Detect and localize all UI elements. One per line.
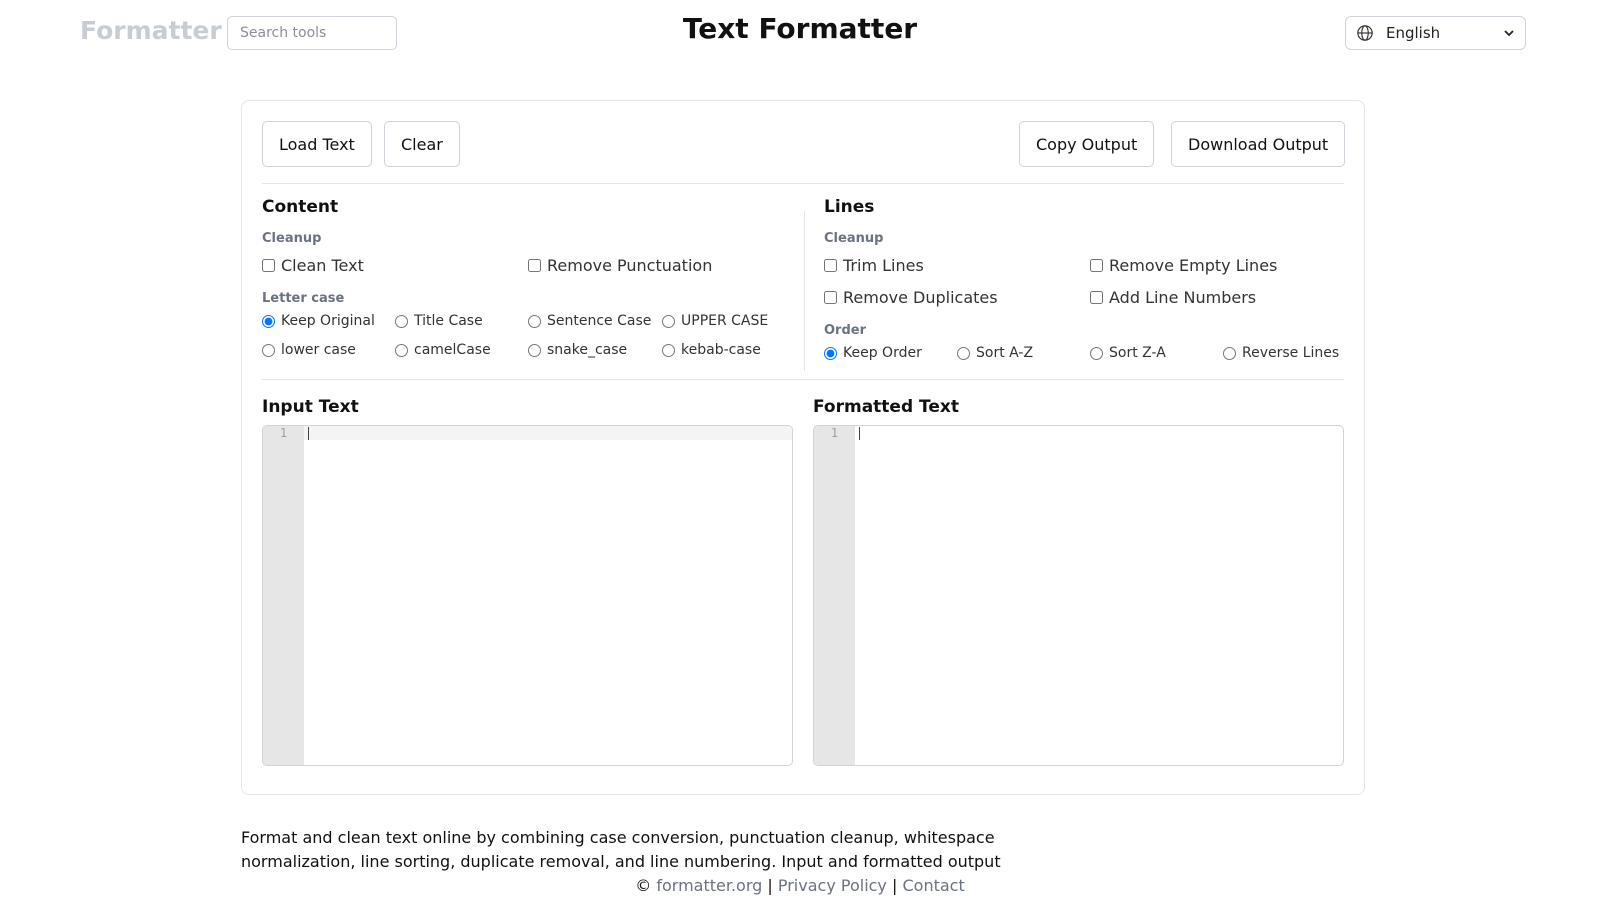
- remove-duplicates-option[interactable]: Remove Duplicates: [824, 288, 998, 307]
- input-gutter: [263, 426, 304, 765]
- footer: © formatter.org | Privacy Policy | Conta…: [0, 876, 1600, 895]
- toolbar-divider: [262, 183, 1344, 184]
- trim-lines-option[interactable]: Trim Lines: [824, 256, 924, 275]
- case-radio[interactable]: [662, 314, 675, 328]
- case-radio[interactable]: [395, 343, 408, 357]
- order-sort-a-z[interactable]: Sort A-Z: [957, 345, 1033, 361]
- case-radio[interactable]: [528, 314, 541, 328]
- content-cleanup-title: Cleanup: [262, 231, 322, 246]
- lines-section-title: Lines: [824, 197, 875, 217]
- output-textarea[interactable]: [855, 426, 1343, 765]
- case-kebab-case[interactable]: kebab-case: [662, 342, 761, 358]
- section-separator: [804, 211, 805, 371]
- remove-punctuation-option[interactable]: Remove Punctuation: [528, 256, 712, 275]
- add-line-numbers-checkbox[interactable]: [1090, 291, 1103, 304]
- chevron-down-icon: [1504, 30, 1514, 37]
- case-camel-case[interactable]: camelCase: [395, 342, 491, 358]
- formatter-card: Load Text Clear Copy Output Download Out…: [241, 100, 1365, 795]
- input-editor[interactable]: 1: [262, 425, 793, 766]
- order-title: Order: [824, 323, 866, 338]
- letter-case-title: Letter case: [262, 291, 345, 306]
- output-line-number: 1: [830, 426, 839, 440]
- case-upper-case[interactable]: UPPER CASE: [662, 313, 768, 329]
- input-line-number: 1: [279, 426, 288, 440]
- order-radio[interactable]: [1223, 346, 1236, 360]
- lines-cleanup-title: Cleanup: [824, 231, 884, 246]
- order-radio[interactable]: [824, 346, 837, 360]
- copyright-symbol: ©: [635, 876, 652, 895]
- footer-separator: |: [767, 876, 773, 895]
- case-keep-original[interactable]: Keep Original: [262, 313, 375, 329]
- input-text-label: Input Text: [262, 397, 359, 417]
- clean-text-option[interactable]: Clean Text: [262, 256, 364, 275]
- order-radio[interactable]: [1090, 346, 1103, 360]
- case-radio[interactable]: [528, 343, 541, 357]
- contact-link[interactable]: Contact: [902, 876, 964, 895]
- order-reverse-lines[interactable]: Reverse Lines: [1223, 345, 1339, 361]
- content-section-title: Content: [262, 197, 339, 217]
- case-sentence-case[interactable]: Sentence Case: [528, 313, 651, 329]
- options-divider: [262, 379, 1344, 380]
- language-label: English: [1386, 24, 1441, 42]
- copy-output-button[interactable]: Copy Output: [1019, 121, 1155, 167]
- globe-icon: [1357, 25, 1373, 41]
- case-radio[interactable]: [262, 314, 275, 328]
- case-lower-case[interactable]: lower case: [262, 342, 356, 358]
- clean-text-checkbox[interactable]: [262, 259, 275, 272]
- remove-duplicates-checkbox[interactable]: [824, 291, 837, 304]
- trim-lines-checkbox[interactable]: [824, 259, 837, 272]
- footer-separator: |: [892, 876, 898, 895]
- case-snake-case[interactable]: snake_case: [528, 342, 627, 358]
- remove-empty-lines-option[interactable]: Remove Empty Lines: [1090, 256, 1277, 275]
- language-select[interactable]: English: [1345, 16, 1526, 50]
- output-editor[interactable]: 1: [813, 425, 1344, 766]
- privacy-policy-link[interactable]: Privacy Policy: [778, 876, 887, 895]
- formatted-text-label: Formatted Text: [813, 397, 960, 417]
- add-line-numbers-option[interactable]: Add Line Numbers: [1090, 288, 1256, 307]
- case-radio[interactable]: [662, 343, 675, 357]
- order-keep-order[interactable]: Keep Order: [824, 345, 922, 361]
- output-gutter: [814, 426, 855, 765]
- page-description: Format and clean text online by combinin…: [241, 828, 1001, 871]
- input-textarea[interactable]: [304, 426, 792, 765]
- remove-empty-lines-checkbox[interactable]: [1090, 259, 1103, 272]
- case-radio[interactable]: [262, 343, 275, 357]
- case-title-case[interactable]: Title Case: [395, 313, 483, 329]
- case-radio[interactable]: [395, 314, 408, 328]
- order-radio[interactable]: [957, 346, 970, 360]
- download-output-button[interactable]: Download Output: [1171, 121, 1346, 167]
- order-sort-z-a[interactable]: Sort Z-A: [1090, 345, 1166, 361]
- remove-punctuation-checkbox[interactable]: [528, 259, 541, 272]
- clear-button[interactable]: Clear: [384, 121, 460, 167]
- site-link[interactable]: formatter.org: [656, 876, 762, 895]
- load-text-button[interactable]: Load Text: [262, 121, 372, 167]
